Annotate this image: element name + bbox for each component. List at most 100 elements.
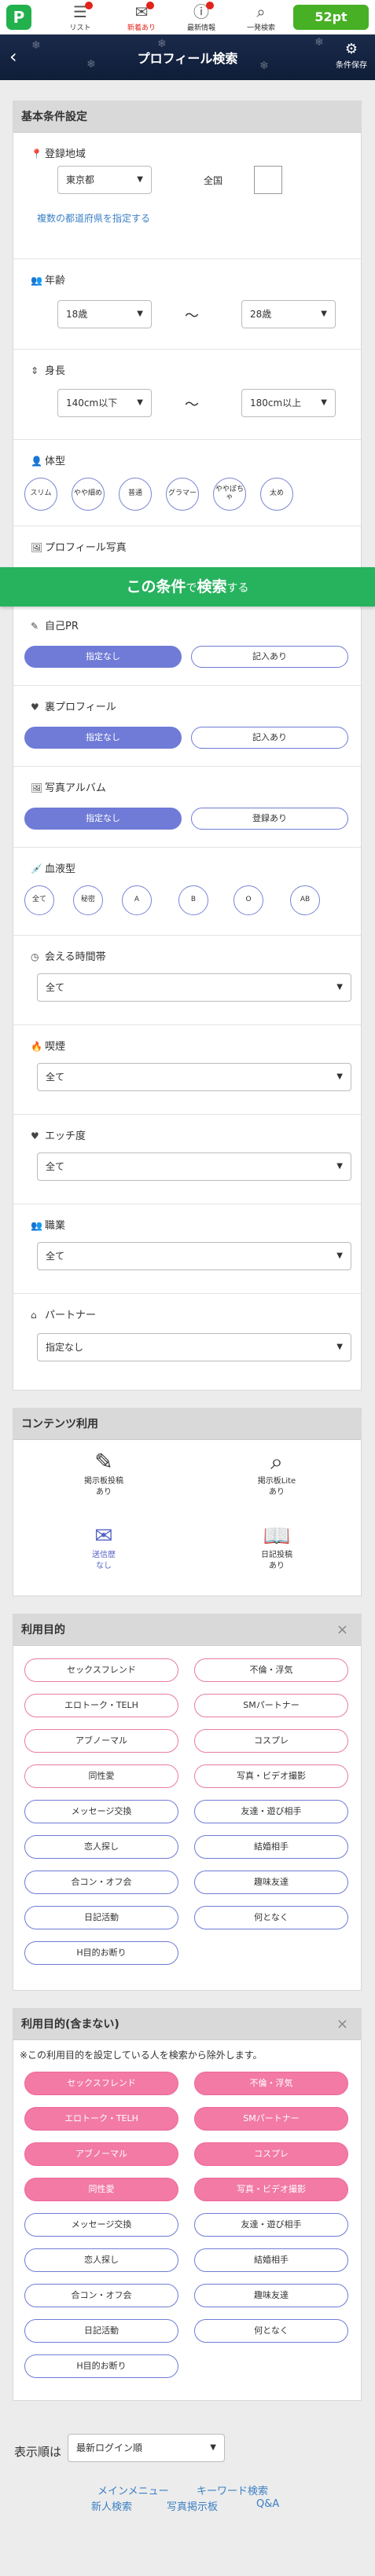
range-tilde: 〜 <box>185 397 199 413</box>
purpose-option[interactable]: 恋人探し <box>24 1835 178 1859</box>
region-label: 登録地域 <box>45 148 86 160</box>
footer-link-qa[interactable]: Q&A <box>256 2498 279 2510</box>
album-option[interactable]: 登録あり <box>191 808 348 830</box>
nationwide-checkbox[interactable] <box>254 166 282 194</box>
blood-type-option[interactable]: AB <box>290 885 320 915</box>
body-type-option[interactable]: スリム <box>24 478 57 511</box>
exclude-option[interactable]: 趣味友達 <box>194 2284 348 2307</box>
exclude-option[interactable]: SMパートナー <box>194 2107 348 2131</box>
exclude-option[interactable]: 同性愛 <box>24 2178 178 2201</box>
footer-link-photo-bbs[interactable]: 写真掲示板 <box>167 2498 218 2513</box>
height-to-select[interactable]: 180cm以上 ▼ <box>241 389 336 417</box>
age-to-select[interactable]: 28歳 ▼ <box>241 300 336 328</box>
exclude-option[interactable]: 友達・遊び相手 <box>194 2213 348 2237</box>
purpose-option[interactable]: SMパートナー <box>194 1694 348 1717</box>
close-icon[interactable]: × <box>336 2009 348 2040</box>
exclude-option[interactable]: 不倫・浮気 <box>194 2072 348 2095</box>
body-type-option[interactable]: ややぽちゃ <box>213 478 246 511</box>
body-type-option[interactable]: 太め <box>260 478 293 511</box>
sort-select[interactable]: 最新ログイン順 ▼ <box>68 2434 225 2462</box>
purpose-option[interactable]: エロトーク・TELH <box>24 1694 178 1717</box>
album-option[interactable]: 指定なし <box>24 808 182 830</box>
exclude-option[interactable]: 結婚相手 <box>194 2248 348 2272</box>
exclude-option[interactable]: 日記活動 <box>24 2319 178 2343</box>
chevron-down-icon: ▼ <box>137 398 143 407</box>
partner-select[interactable]: 指定なし ▼ <box>37 1333 351 1361</box>
exclude-option[interactable]: アブノーマル <box>24 2142 178 2166</box>
purpose-option[interactable]: 趣味友達 <box>194 1871 348 1894</box>
exclude-option[interactable]: 何となく <box>194 2319 348 2343</box>
footer-link-new-search[interactable]: 新人検索 <box>91 2498 132 2513</box>
save-conditions-button[interactable]: ⚙ 条件保存 <box>336 41 367 70</box>
send-history-toggle[interactable]: ✉ 送信歴 なし <box>61 1522 147 1572</box>
job-select[interactable]: 全て ▼ <box>37 1242 351 1270</box>
purpose-option[interactable]: 結婚相手 <box>194 1835 348 1859</box>
purpose-option[interactable]: 不倫・浮気 <box>194 1658 348 1682</box>
exclude-option[interactable]: エロトーク・TELH <box>24 2107 178 2131</box>
exclude-option[interactable]: セックスフレンド <box>24 2072 178 2095</box>
smoking-select[interactable]: 全て ▼ <box>37 1063 351 1091</box>
blood-type-option[interactable]: A <box>122 885 152 915</box>
exclude-option[interactable]: 恋人探し <box>24 2248 178 2272</box>
purpose-option[interactable]: アブノーマル <box>24 1729 178 1753</box>
purpose-option[interactable]: 友達・遊び相手 <box>194 1800 348 1823</box>
purpose-option[interactable]: 日記活動 <box>24 1906 178 1929</box>
nav-info[interactable]: ⓘ 最新情報 <box>178 2 225 33</box>
ecchi-select[interactable]: 全て ▼ <box>37 1152 351 1181</box>
meet-time-select[interactable]: 全て ▼ <box>37 973 351 1002</box>
nav-list[interactable]: ☰ リスト <box>57 2 104 33</box>
diary-post-toggle[interactable]: 📖 日記投稿 あり <box>233 1522 320 1572</box>
blood-type-option[interactable]: 秘密 <box>73 885 103 915</box>
purpose-option[interactable]: 合コン・オフ会 <box>24 1871 178 1894</box>
body-type-option[interactable]: やや細め <box>72 478 105 511</box>
app-logo[interactable]: P <box>6 5 31 30</box>
close-icon[interactable]: × <box>336 1614 348 1646</box>
exclude-option[interactable]: 写真・ビデオ撮影 <box>194 2178 348 2201</box>
points-button[interactable]: 52pt <box>293 5 369 30</box>
search-with-conditions-button[interactable]: この条件で検索する <box>0 567 375 606</box>
self-pr-option[interactable]: 指定なし <box>24 646 182 668</box>
list-icon: ☰ <box>57 2 104 22</box>
multi-prefecture-link[interactable]: 複数の都道府県を指定する <box>37 211 150 225</box>
purpose-option[interactable]: 同性愛 <box>24 1764 178 1788</box>
footer-link-keyword-search[interactable]: キーワード検索 <box>197 2483 268 2497</box>
purpose-option[interactable]: セックスフレンド <box>24 1658 178 1682</box>
job-label: 職業 <box>45 1220 66 1232</box>
height-from-select[interactable]: 140cm以下 ▼ <box>57 389 152 417</box>
ura-profile-option[interactable]: 記入あり <box>191 727 348 749</box>
nav-mail[interactable]: ✉ 新着あり <box>118 2 165 33</box>
purpose-option[interactable]: 何となく <box>194 1906 348 1929</box>
body-type-option[interactable]: グラマー <box>166 478 199 511</box>
blood-type-option[interactable]: 全て <box>24 885 54 915</box>
nav-info-label: 最新情報 <box>186 24 215 32</box>
purpose-option[interactable]: メッセージ交換 <box>24 1800 178 1823</box>
image-icon: 🖼 <box>31 782 43 793</box>
age-from-select[interactable]: 18歳 ▼ <box>57 300 152 328</box>
body-type-option[interactable]: 普通 <box>119 478 152 511</box>
exclude-option[interactable]: メッセージ交換 <box>24 2213 178 2237</box>
blood-type-option[interactable]: B <box>178 885 208 915</box>
self-pr-label-row: ✎ 自己PR <box>31 617 79 632</box>
height-icon: ⇕ <box>31 365 39 376</box>
nav-search[interactable]: ⌕ 一発検索 <box>237 2 285 33</box>
exclude-option[interactable]: H目的お断り <box>24 2354 178 2378</box>
snowflake-icon: ❄ <box>314 36 324 49</box>
region-select[interactable]: 東京都 ▼ <box>57 166 152 194</box>
purpose-option[interactable]: コスプレ <box>194 1729 348 1753</box>
exclude-option[interactable]: 合コン・オフ会 <box>24 2284 178 2307</box>
purpose-option[interactable]: H目的お断り <box>24 1941 178 1965</box>
mail-icon: ✉ <box>94 1523 113 1548</box>
footer-link-main-menu[interactable]: メインメニュー <box>97 2483 169 2497</box>
job-value: 全て <box>46 1251 65 1262</box>
ura-profile-option[interactable]: 指定なし <box>24 727 182 749</box>
body-type-label-row: 👤 体型 <box>31 453 65 467</box>
self-pr-option[interactable]: 記入あり <box>191 646 348 668</box>
exclude-option[interactable]: コスプレ <box>194 2142 348 2166</box>
partner-value: 指定なし <box>46 1342 84 1353</box>
partner-section: ⌂ パートナー 指定なし ▼ <box>13 1293 361 1391</box>
height-label: 身長 <box>45 365 66 377</box>
purpose-option[interactable]: 写真・ビデオ撮影 <box>194 1764 348 1788</box>
bbs-lite-toggle[interactable]: ⌕ 掲示板Lite あり <box>233 1448 320 1498</box>
blood-type-option[interactable]: O <box>233 885 263 915</box>
bbs-post-toggle[interactable]: ✎ 掲示板投稿 あり <box>61 1448 147 1498</box>
